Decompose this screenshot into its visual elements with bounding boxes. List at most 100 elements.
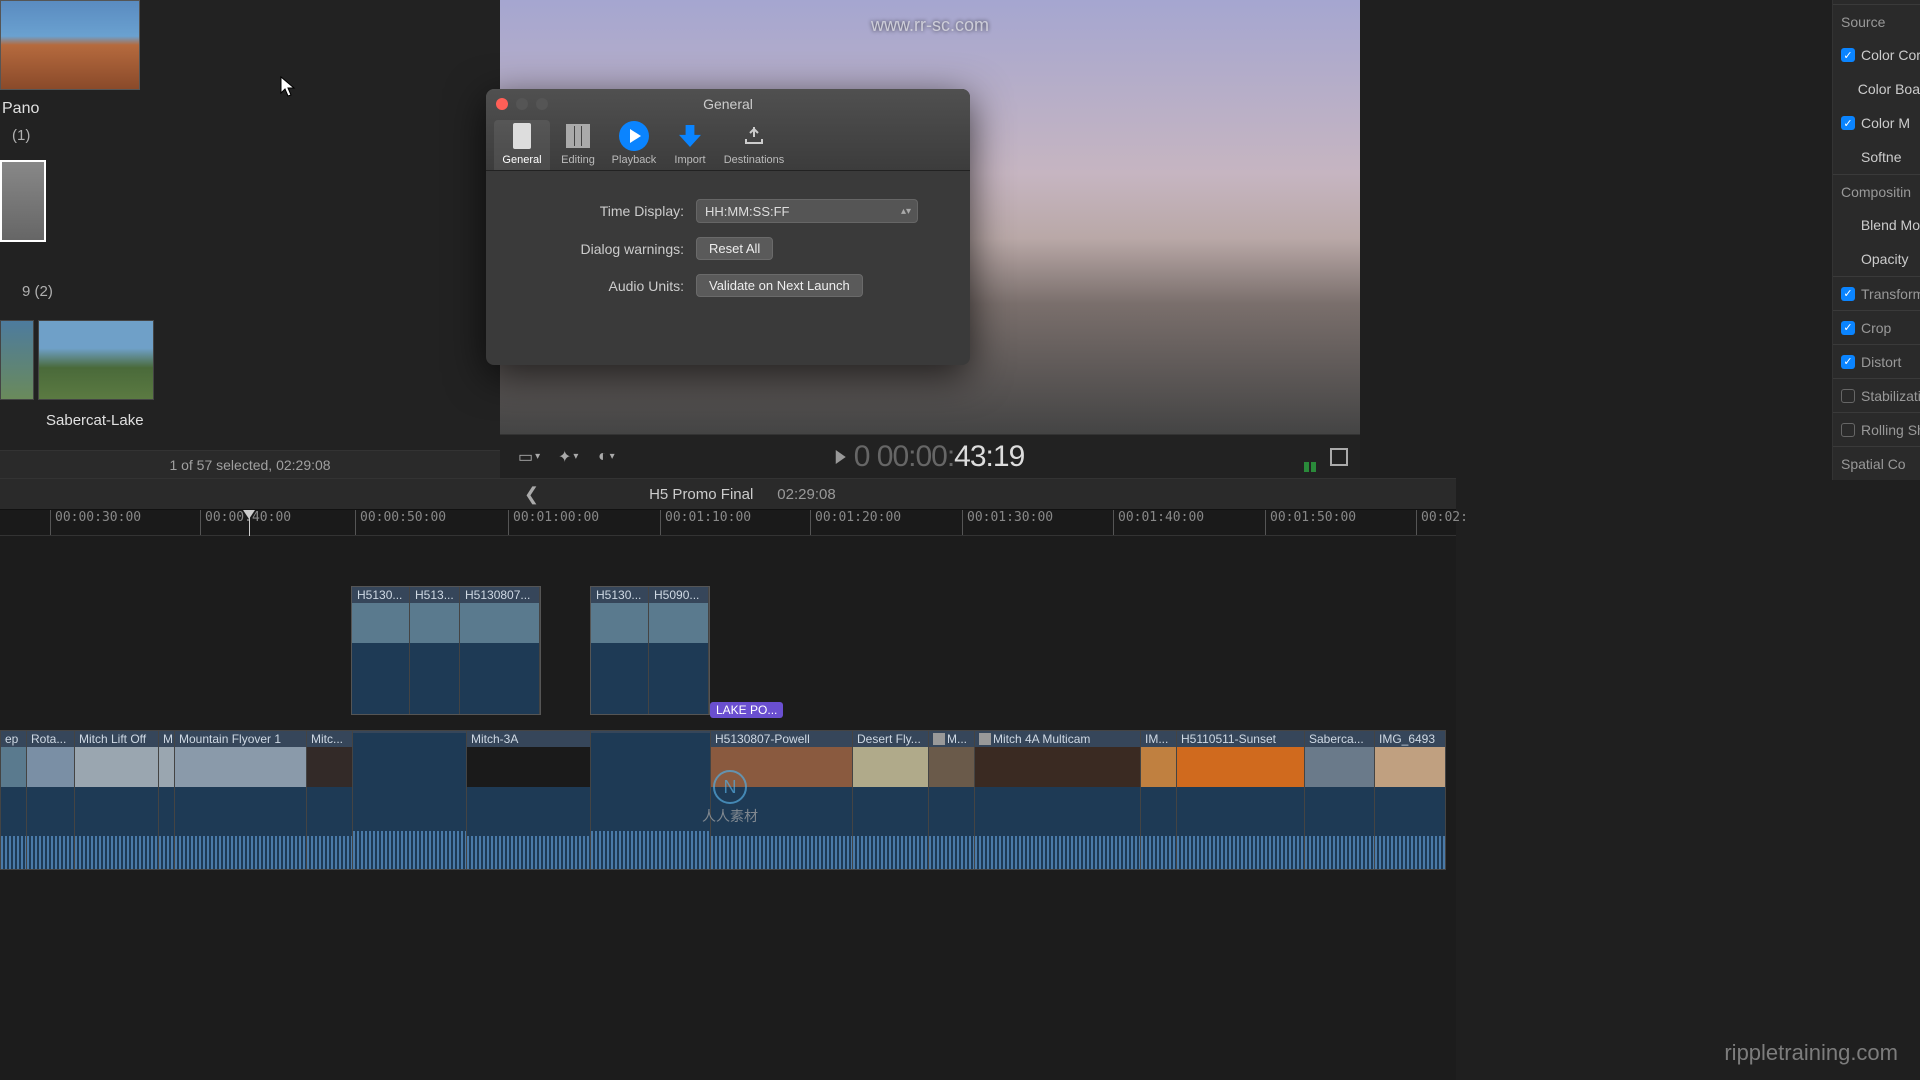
- fullscreen-icon[interactable]: [1330, 448, 1348, 466]
- prefs-titlebar[interactable]: General General Editing Playback Import …: [486, 89, 970, 171]
- checkbox-on-icon[interactable]: ✓: [1841, 287, 1855, 301]
- retime-tool-icon[interactable]: ◐▾: [598, 447, 618, 467]
- tab-editing[interactable]: Editing: [550, 120, 606, 170]
- inspector-section-spatial: Spatial Co: [1833, 446, 1920, 480]
- crop-tool-icon[interactable]: ▭▾: [518, 447, 538, 467]
- inspector-row-color-correction[interactable]: ✓Color Corr: [1833, 38, 1920, 72]
- connected-clip-group-1[interactable]: H5130...H513...H5130807...: [351, 586, 541, 715]
- thumb-selected[interactable]: [0, 160, 46, 242]
- inspector-row-opacity[interactable]: Opacity: [1833, 242, 1920, 276]
- category-count-1: (1): [12, 127, 30, 144]
- connected-clip[interactable]: H5130...: [591, 587, 649, 714]
- primary-clip[interactable]: IMG_6493: [1374, 730, 1446, 870]
- checkbox-on-icon[interactable]: ✓: [1841, 355, 1855, 369]
- inspector-section-transform[interactable]: ✓Transform: [1833, 276, 1920, 310]
- clip-audio: [1, 787, 26, 869]
- tab-playback[interactable]: Playback: [606, 120, 662, 170]
- inspector-section-distort[interactable]: ✓Distort: [1833, 344, 1920, 378]
- primary-clip[interactable]: [352, 730, 466, 870]
- connected-clip[interactable]: H5130...: [352, 587, 410, 714]
- primary-clip[interactable]: Saberca...: [1304, 730, 1374, 870]
- clip-thumbnail: [307, 747, 352, 787]
- cursor-icon: [280, 76, 296, 98]
- clip-thumbnail: [460, 603, 539, 643]
- inspector-row-color-board[interactable]: Color Boa: [1833, 72, 1920, 106]
- inspector-section-rolling-shutter[interactable]: Rolling Sh: [1833, 412, 1920, 446]
- audio-meter[interactable]: [1304, 462, 1316, 472]
- primary-clip[interactable]: Mitch-3A: [466, 730, 590, 870]
- inspector-section-crop[interactable]: ✓Crop: [1833, 310, 1920, 344]
- audio-units-label: Audio Units:: [486, 278, 696, 294]
- clip-label: M: [159, 731, 174, 747]
- time-display-select[interactable]: HH:MM:SS:FF▴▾: [696, 199, 918, 223]
- primary-clip[interactable]: Rota...: [26, 730, 74, 870]
- clip-thumbnail: [591, 603, 648, 643]
- clip-audio: [410, 643, 459, 714]
- primary-clip[interactable]: Mountain Flyover 1: [174, 730, 306, 870]
- connected-clip[interactable]: H5090...: [649, 587, 709, 714]
- primary-clip[interactable]: Desert Fly...: [852, 730, 928, 870]
- inspector-section-stabilization[interactable]: Stabilizati: [1833, 378, 1920, 412]
- inspector-row-color-mask[interactable]: ✓Color M: [1833, 106, 1920, 140]
- tab-general[interactable]: General: [494, 120, 550, 170]
- checkbox-on-icon[interactable]: ✓: [1841, 321, 1855, 335]
- timeline-header: ❮ H5 Promo Final 02:29:08: [0, 478, 1456, 510]
- clip-label: IMG_6493: [1375, 731, 1445, 747]
- inspector-row-softness[interactable]: Softne: [1833, 140, 1920, 174]
- inspector-section-source: Source: [1833, 4, 1920, 38]
- clip-audio: [467, 787, 590, 869]
- checkbox-on-icon[interactable]: ✓: [1841, 116, 1855, 130]
- primary-clip[interactable]: M: [158, 730, 174, 870]
- prefs-body: Time Display: HH:MM:SS:FF▴▾ Dialog warni…: [486, 171, 970, 297]
- clip-thumbnail: [159, 747, 174, 787]
- ruler-tick: 00:02:: [1416, 510, 1468, 535]
- play-icon[interactable]: [836, 450, 846, 464]
- timeline-ruler[interactable]: 00:00:30:0000:00:40:0000:00:50:0000:01:0…: [0, 510, 1456, 536]
- clip-label: Rota...: [27, 731, 74, 747]
- checkbox-on-icon[interactable]: ✓: [1841, 48, 1855, 62]
- ruler-tick: 00:00:30:00: [50, 510, 141, 535]
- secondary-storyline: H5130...H513...H5130807... H5130...H5090…: [0, 586, 1456, 715]
- primary-clip[interactable]: Mitch 4A Multicam: [974, 730, 1140, 870]
- primary-clip[interactable]: Mitc...: [306, 730, 352, 870]
- tab-import[interactable]: Import: [662, 120, 718, 170]
- thumb-lake-a[interactable]: [0, 320, 34, 400]
- clip-audio: [307, 787, 352, 869]
- clip-label: H5130807...: [460, 587, 539, 603]
- primary-clip[interactable]: Mitch Lift Off: [74, 730, 158, 870]
- editing-icon: [566, 124, 590, 148]
- ruler-tick: 00:01:50:00: [1265, 510, 1356, 535]
- checkbox-off-icon[interactable]: [1841, 423, 1855, 437]
- validate-audio-button[interactable]: Validate on Next Launch: [696, 274, 863, 297]
- clip-label: H5130...: [591, 587, 648, 603]
- connected-clip[interactable]: H5130807...: [460, 587, 540, 714]
- timecode-display[interactable]: 0 00:00:43:19: [836, 439, 1025, 474]
- primary-clip[interactable]: M...: [928, 730, 974, 870]
- primary-clip[interactable]: ep: [0, 730, 26, 870]
- connected-clip[interactable]: H513...: [410, 587, 460, 714]
- timecode-inactive: 0 00:00:: [854, 440, 954, 473]
- reset-all-button[interactable]: Reset All: [696, 237, 773, 260]
- watermark: www.rr-sc.com: [871, 15, 989, 36]
- thumb-pano[interactable]: [0, 0, 140, 90]
- primary-clip[interactable]: H5110511-Sunset: [1176, 730, 1304, 870]
- connected-clip-group-2[interactable]: H5130...H5090...: [590, 586, 710, 715]
- inspector: Source ✓Color Corr Color Boa ✓Color M So…: [1832, 0, 1920, 480]
- checkbox-off-icon[interactable]: [1841, 389, 1855, 403]
- tab-destinations[interactable]: Destinations: [718, 120, 790, 170]
- primary-clip[interactable]: IM...: [1140, 730, 1176, 870]
- inspector-row-blend-mode[interactable]: Blend Mo: [1833, 208, 1920, 242]
- clip-audio: [27, 787, 74, 869]
- ruler-tick: 00:01:20:00: [810, 510, 901, 535]
- watermark-brand: rippletraining.com: [1724, 1040, 1898, 1066]
- prefs-title: General: [486, 96, 970, 112]
- ruler-tick: 00:01:00:00: [508, 510, 599, 535]
- clip-thumbnail: [649, 603, 708, 643]
- media-browser: Pano (1) 9 (2) Sabercat-Lake 1 of 57 sel…: [0, 0, 500, 480]
- enhance-tool-icon[interactable]: ✦▾: [558, 447, 578, 467]
- title-clip[interactable]: LAKE PO...: [710, 702, 783, 718]
- clip-audio: [1177, 787, 1304, 869]
- thumb-lake-b[interactable]: [38, 320, 154, 400]
- ruler-tick: 00:00:50:00: [355, 510, 446, 535]
- back-chevron-icon[interactable]: ❮: [524, 484, 539, 505]
